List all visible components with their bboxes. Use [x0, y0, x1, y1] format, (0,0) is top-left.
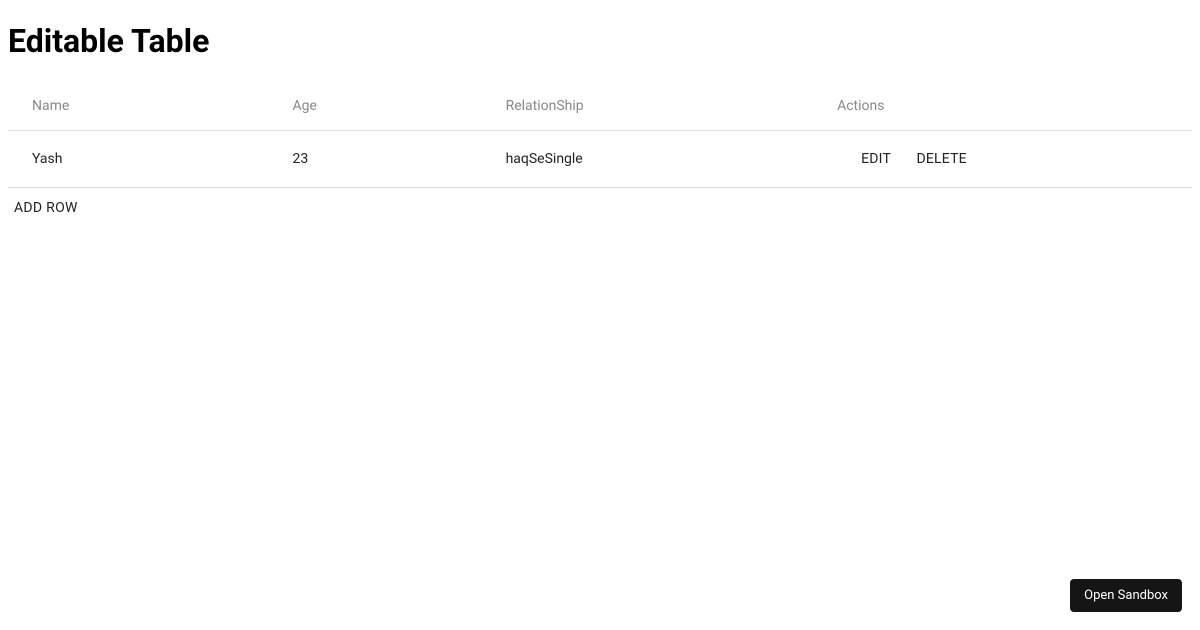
- edit-button[interactable]: EDIT: [853, 147, 899, 171]
- column-header-age: Age: [268, 84, 481, 131]
- editable-table: Name Age RelationShip Actions Yash 23 ha…: [8, 84, 1192, 188]
- cell-relationship: haqSeSingle: [482, 131, 814, 188]
- page-title: Editable Table: [8, 22, 1192, 60]
- add-row-button[interactable]: ADD ROW: [8, 192, 84, 224]
- cell-actions: EDIT DELETE: [813, 131, 1192, 188]
- cell-age: 23: [268, 131, 481, 188]
- delete-button[interactable]: DELETE: [909, 147, 975, 171]
- column-header-relationship: RelationShip: [482, 84, 814, 131]
- column-header-actions: Actions: [813, 84, 1192, 131]
- main-container: Editable Table Name Age RelationShip Act…: [0, 0, 1200, 232]
- open-sandbox-button[interactable]: Open Sandbox: [1070, 579, 1182, 612]
- table-row: Yash 23 haqSeSingle EDIT DELETE: [8, 131, 1192, 188]
- cell-name: Yash: [8, 131, 268, 188]
- table-header-row: Name Age RelationShip Actions: [8, 84, 1192, 131]
- column-header-name: Name: [8, 84, 268, 131]
